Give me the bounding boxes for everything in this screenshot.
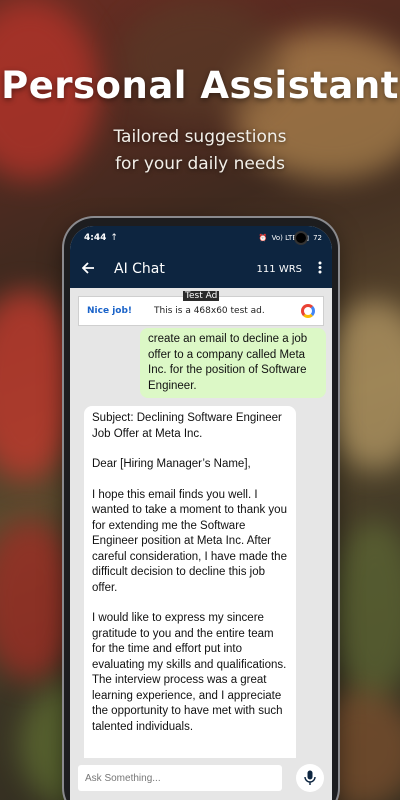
phone-screen: 4:44 ↑ ⏰ Vo) LTE1 ▮ 72 AI Chat 111 WRS T…	[70, 226, 332, 800]
phone-frame: 4:44 ↑ ⏰ Vo) LTE1 ▮ 72 AI Chat 111 WRS T…	[64, 218, 338, 800]
chat-area[interactable]: create an email to decline a job offer t…	[70, 326, 332, 758]
promo-subtitle: Tailored suggestions for your daily need…	[0, 124, 400, 178]
ad-text: This is a 468x60 test ad.	[154, 306, 265, 316]
test-ad-label: Test Ad	[183, 291, 220, 301]
assistant-paragraph: I would like to express my sincere grati…	[92, 612, 287, 733]
word-count-badge: 111 WRS	[256, 263, 302, 275]
assistant-message: Subject: Declining Software Engineer Job…	[84, 406, 296, 758]
ad-choices-icon[interactable]	[301, 304, 315, 318]
composer-bar	[70, 758, 332, 798]
microphone-icon[interactable]	[296, 764, 324, 792]
user-message: create an email to decline a job offer t…	[140, 328, 326, 398]
app-bar: AI Chat 111 WRS	[70, 250, 332, 288]
assistant-paragraph: Dear [Hiring Manager’s Name],	[92, 458, 251, 470]
more-vert-icon[interactable]	[316, 261, 324, 278]
status-time: 4:44	[84, 233, 107, 243]
assistant-paragraph: I hope this email finds you well. I want…	[92, 488, 287, 594]
battery-level: 72	[313, 234, 322, 242]
front-camera	[294, 231, 308, 245]
promo-subtitle-line-2: for your daily needs	[115, 154, 285, 174]
upload-arrow-icon: ↑	[110, 233, 118, 243]
status-bar: 4:44 ↑ ⏰ Vo) LTE1 ▮ 72	[70, 226, 332, 250]
assistant-paragraph: Subject: Declining Software Engineer Job…	[92, 412, 282, 440]
page-title: AI Chat	[114, 261, 165, 277]
promo-subtitle-line-1: Tailored suggestions	[113, 127, 287, 147]
status-indicators: ⏰ Vo) LTE1 ▮ 72	[259, 234, 322, 242]
alarm-icon: ⏰	[258, 234, 268, 242]
arrow-left-icon[interactable]	[81, 260, 108, 278]
ask-input[interactable]	[78, 765, 282, 791]
promo-headline: Personal Assistant	[1, 64, 399, 107]
ad-brand: Nice job!	[87, 306, 133, 316]
